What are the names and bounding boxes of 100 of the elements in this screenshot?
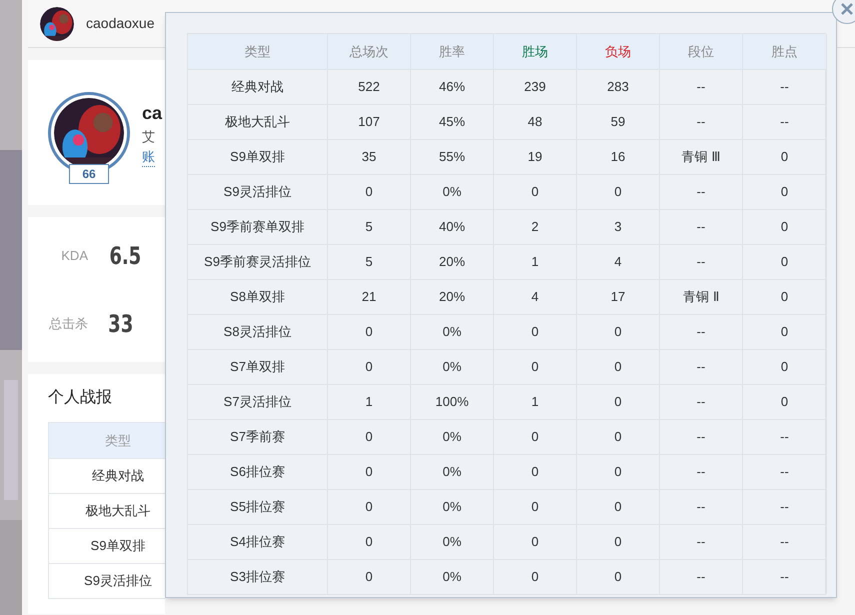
table-cell: 0% xyxy=(411,174,494,209)
table-cell: 283 xyxy=(577,69,660,104)
table-cell: 0 xyxy=(494,559,577,594)
table-cell: 45% xyxy=(411,104,494,139)
table-cell: 0 xyxy=(577,559,660,594)
table-cell: 0 xyxy=(577,419,660,454)
table-cell: 0 xyxy=(328,559,411,594)
table-cell: 0 xyxy=(577,524,660,559)
table-cell: -- xyxy=(660,349,743,384)
table-cell: S7季前赛 xyxy=(188,419,328,454)
table-cell: 青铜 Ⅲ xyxy=(660,139,743,174)
table-cell: S5排位赛 xyxy=(188,489,328,524)
player-name: ca xyxy=(142,102,162,125)
table-cell: 59 xyxy=(577,104,660,139)
table-cell: 1 xyxy=(494,244,577,279)
table-cell: 17 xyxy=(577,279,660,314)
table-cell: S9灵活排位 xyxy=(188,174,328,209)
table-cell: 0 xyxy=(328,174,411,209)
table-cell: -- xyxy=(660,69,743,104)
table-cell: 0% xyxy=(411,524,494,559)
table-cell: -- xyxy=(660,454,743,489)
table-cell: 35 xyxy=(328,139,411,174)
column-header: 类型 xyxy=(188,34,328,69)
column-header: 段位 xyxy=(660,34,743,69)
table-cell: 2 xyxy=(494,209,577,244)
column-header: 负场 xyxy=(577,34,660,69)
column-header: 类型 xyxy=(49,423,165,458)
table-cell: 1 xyxy=(494,384,577,419)
table-cell: -- xyxy=(660,174,743,209)
table-cell: 1 xyxy=(328,384,411,419)
table-cell: 3 xyxy=(577,209,660,244)
table-cell: 4 xyxy=(494,279,577,314)
table-cell: S8灵活排位 xyxy=(188,314,328,349)
stat-value: 33 xyxy=(108,308,134,340)
column-header: 胜点 xyxy=(743,34,827,69)
table-cell: 0 xyxy=(743,349,827,384)
table-cell: 20% xyxy=(411,279,494,314)
account-link[interactable]: 账 xyxy=(142,146,155,167)
table-cell: -- xyxy=(660,419,743,454)
table-cell: 46% xyxy=(411,69,494,104)
table-cell: -- xyxy=(660,314,743,349)
table-cell: 522 xyxy=(328,69,411,104)
player-info: 艾 xyxy=(142,128,156,146)
table-cell: 0 xyxy=(743,384,827,419)
table-cell: 0 xyxy=(494,314,577,349)
stat-label: KDA xyxy=(60,246,88,265)
table-cell: S3排位赛 xyxy=(188,559,328,594)
table-cell: -- xyxy=(660,104,743,139)
table-cell: S8单双排 xyxy=(188,279,328,314)
table-cell: 5 xyxy=(328,209,411,244)
table-cell: 239 xyxy=(494,69,577,104)
table-cell: 0% xyxy=(411,349,494,384)
table-cell: S7单双排 xyxy=(188,349,328,384)
table-cell: 0 xyxy=(494,349,577,384)
table-cell: 0 xyxy=(494,524,577,559)
table-cell: 0 xyxy=(328,524,411,559)
table-cell: S9单双排 xyxy=(188,139,328,174)
table-cell: 0 xyxy=(577,174,660,209)
table-cell: 0 xyxy=(328,454,411,489)
table-cell: 40% xyxy=(411,209,494,244)
table-cell: -- xyxy=(660,384,743,419)
table-cell: 0 xyxy=(494,419,577,454)
table-cell: 经典对战 xyxy=(188,69,328,104)
table-cell: 0 xyxy=(328,349,411,384)
table-cell: -- xyxy=(743,104,827,139)
table-cell: S4排位赛 xyxy=(188,524,328,559)
table-cell: -- xyxy=(743,559,827,594)
table-cell: -- xyxy=(743,419,827,454)
table-cell: -- xyxy=(660,209,743,244)
table-cell: 0 xyxy=(577,314,660,349)
table-cell: 0 xyxy=(577,384,660,419)
table-cell: -- xyxy=(743,524,827,559)
stat-label: 总击杀 xyxy=(48,314,88,333)
stat-value: 6.5 xyxy=(109,240,142,272)
table-cell: S7灵活排位 xyxy=(188,384,328,419)
table-cell: 0 xyxy=(328,314,411,349)
table-cell: 0 xyxy=(577,349,660,384)
table-cell: 0% xyxy=(411,314,494,349)
table-cell: 0 xyxy=(743,244,827,279)
column-header: 总场次 xyxy=(328,34,411,69)
table-cell: S9季前赛单双排 xyxy=(188,209,328,244)
table-cell: 青铜 Ⅱ xyxy=(660,279,743,314)
column-header: 胜率 xyxy=(411,34,494,69)
table-cell: S9季前赛灵活排位 xyxy=(188,244,328,279)
table-cell: 0 xyxy=(577,489,660,524)
table-cell: -- xyxy=(660,244,743,279)
column-header: 胜场 xyxy=(494,34,577,69)
table-cell: 100% xyxy=(411,384,494,419)
table-cell: 0 xyxy=(743,279,827,314)
close-icon xyxy=(840,2,854,16)
table-cell: -- xyxy=(660,524,743,559)
section-title: 个人战报 xyxy=(48,388,113,408)
table-cell: 0 xyxy=(494,174,577,209)
table-cell: S6排位赛 xyxy=(188,454,328,489)
table-cell: 21 xyxy=(328,279,411,314)
table-cell: 48 xyxy=(494,104,577,139)
table-cell: -- xyxy=(660,559,743,594)
table-cell: 0 xyxy=(328,489,411,524)
table-cell: 0% xyxy=(411,489,494,524)
table-cell: 0% xyxy=(411,559,494,594)
